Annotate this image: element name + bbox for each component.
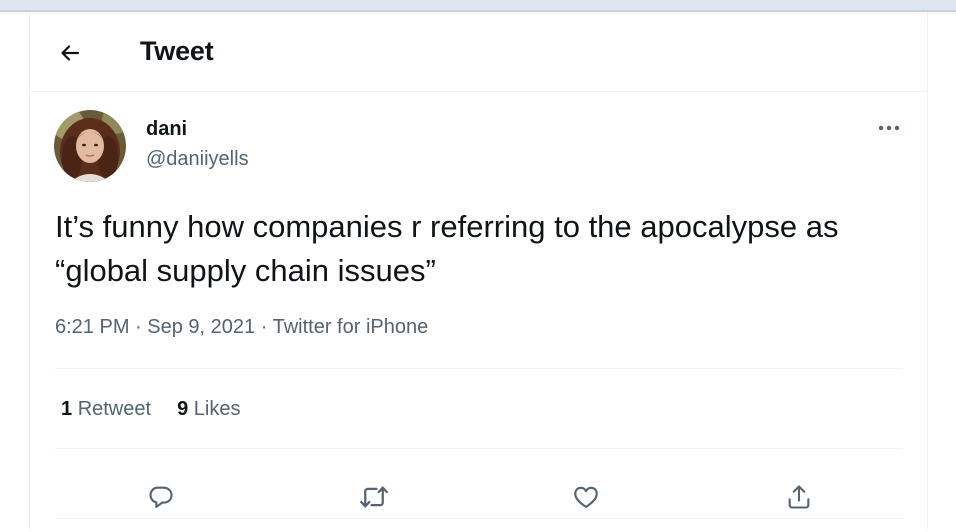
tweet-stats: 1 Retweet 9 Likes bbox=[61, 398, 240, 421]
page-header: Tweet bbox=[30, 12, 927, 92]
likes-count: 9 bbox=[177, 398, 189, 420]
meta-separator: · bbox=[260, 316, 268, 338]
tweet-meta: 6:21 PM · Sep 9, 2021 · Twitter for iPho… bbox=[55, 316, 428, 339]
meta-separator: · bbox=[135, 316, 142, 338]
divider bbox=[55, 518, 903, 519]
tweet-panel: Tweet dani @daniiyells It’s funny how co… bbox=[29, 12, 928, 530]
retweets-count: 1 bbox=[61, 398, 73, 420]
tweet-source[interactable]: Twitter for iPhone bbox=[273, 316, 429, 338]
more-icon bbox=[878, 125, 900, 131]
tweet-time[interactable]: 6:21 PM bbox=[55, 316, 129, 338]
divider bbox=[55, 448, 903, 449]
page-title: Tweet bbox=[140, 36, 214, 66]
tweet-text: It’s funny how companies r referring to … bbox=[55, 209, 839, 288]
like-icon bbox=[574, 486, 598, 508]
arrow-left-icon bbox=[61, 45, 80, 61]
back-button[interactable] bbox=[56, 39, 84, 67]
retweets-label: Retweet bbox=[77, 398, 152, 420]
retweet-button[interactable] bbox=[357, 480, 391, 514]
like-button[interactable] bbox=[569, 480, 603, 514]
reply-button[interactable] bbox=[144, 480, 178, 514]
share-button[interactable] bbox=[782, 480, 816, 514]
author-name[interactable]: dani bbox=[146, 118, 187, 141]
share-icon bbox=[788, 485, 810, 509]
likes-stat[interactable]: 9 Likes bbox=[177, 398, 240, 420]
divider bbox=[55, 368, 903, 369]
retweet-icon bbox=[360, 486, 388, 508]
author-handle[interactable]: @daniiyells bbox=[146, 148, 249, 171]
browser-top-strip bbox=[0, 0, 956, 12]
reply-icon bbox=[149, 486, 173, 508]
likes-label: Likes bbox=[193, 398, 241, 420]
retweets-stat[interactable]: 1 Retweet bbox=[61, 398, 151, 420]
tweet-date[interactable]: Sep 9, 2021 bbox=[147, 316, 255, 338]
avatar[interactable] bbox=[54, 110, 126, 182]
tweet-actions bbox=[55, 460, 903, 532]
more-options-button[interactable] bbox=[873, 116, 905, 140]
